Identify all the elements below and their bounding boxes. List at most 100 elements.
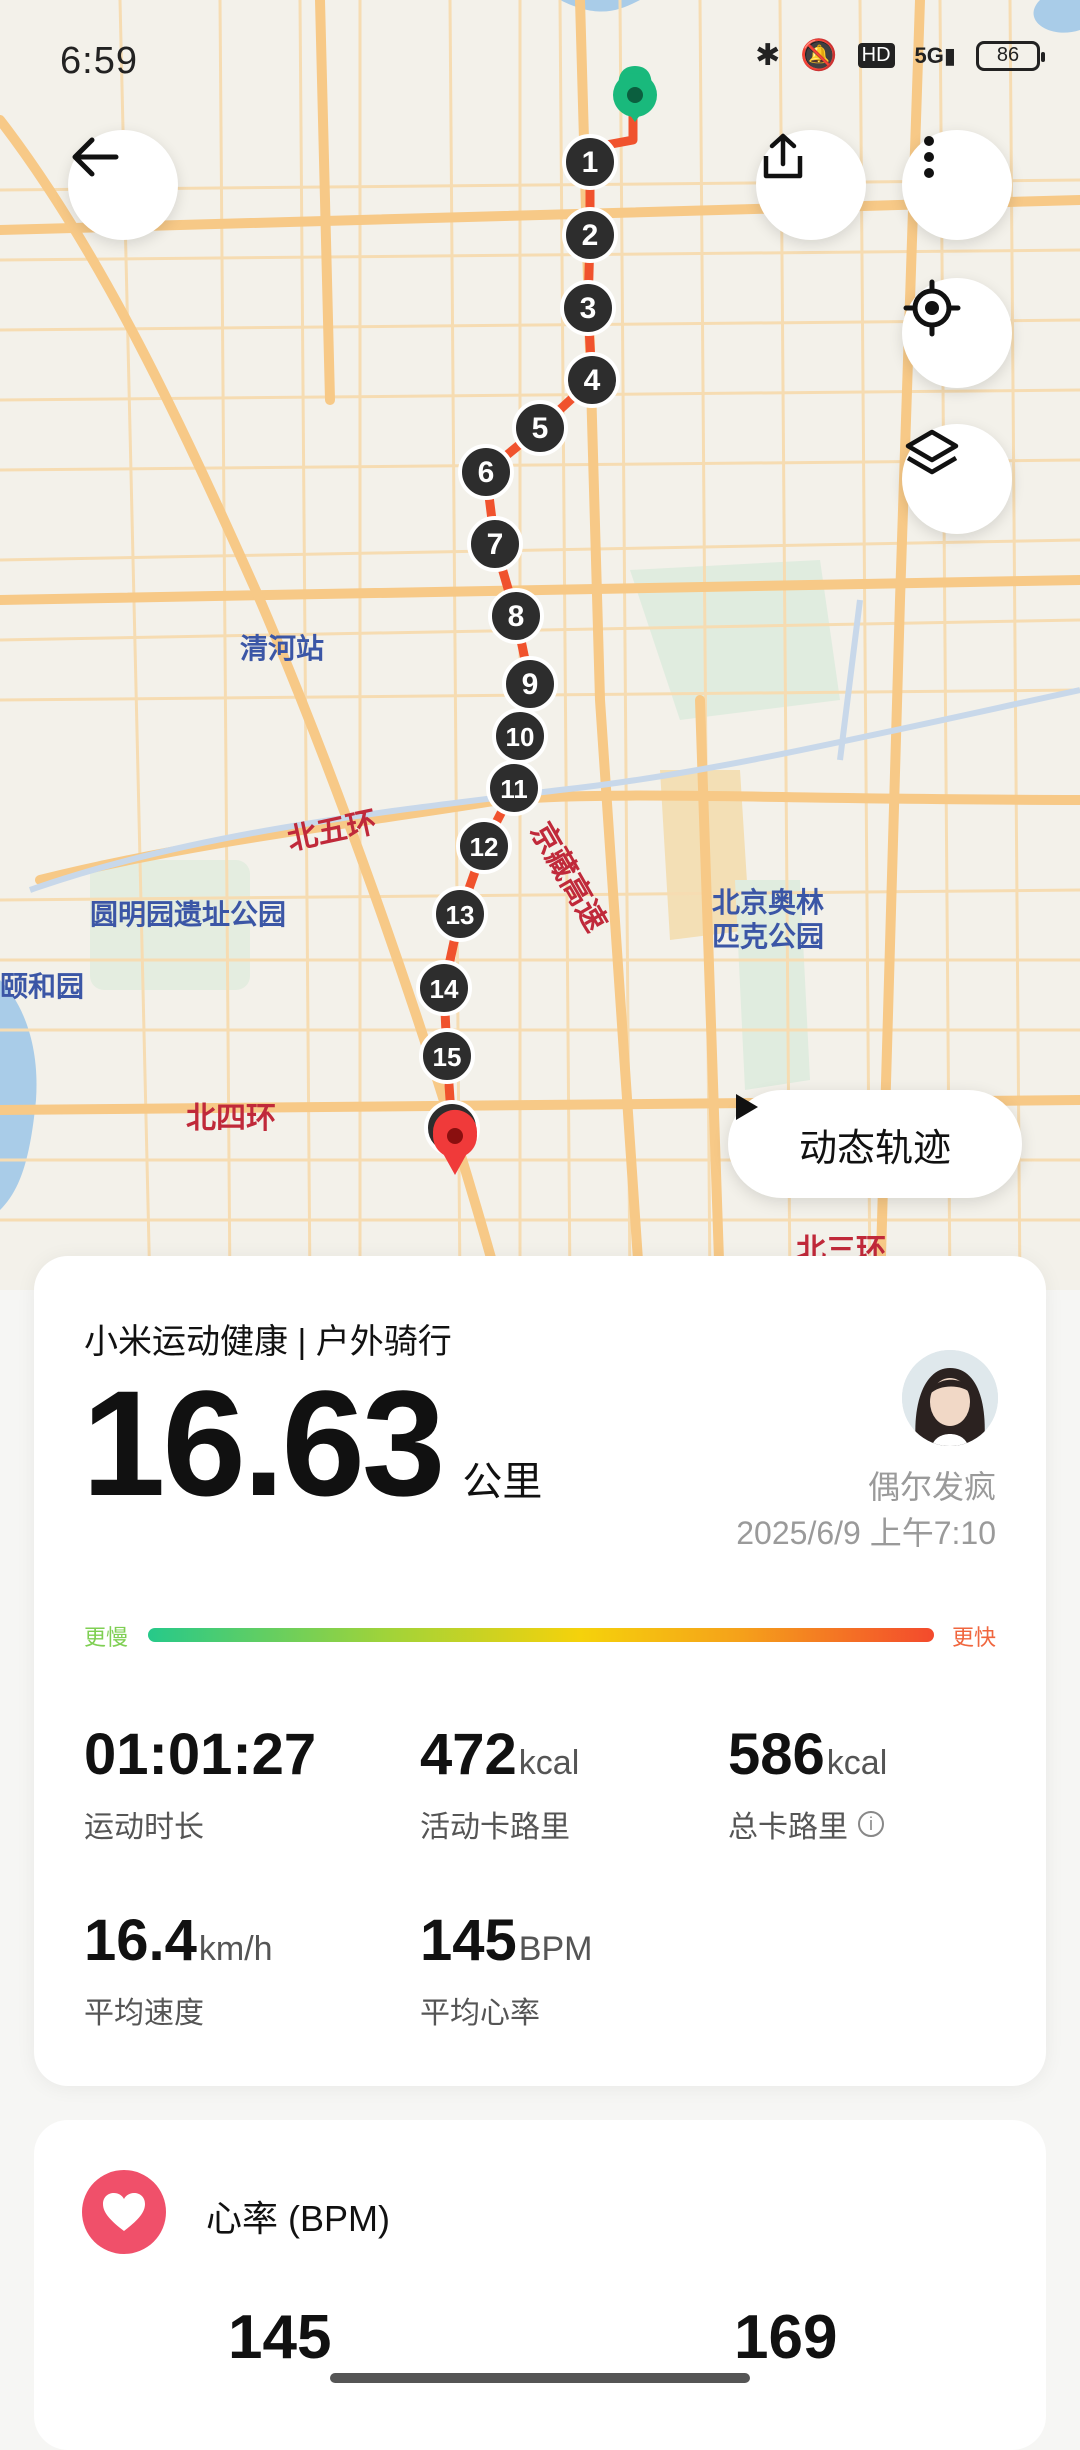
km-marker: 6 [458,444,514,500]
stat-avg-heart-rate: 145BPM 平均心率 [420,1912,592,2032]
label-olympic-2: 匹克公园 [712,921,824,952]
km-marker-label: 7 [487,528,504,561]
km-marker: 12 [456,818,512,874]
km-marker-label: 9 [522,668,539,701]
km-marker-label: 8 [508,600,525,633]
avatar[interactable] [902,1350,998,1446]
locate-icon [903,279,961,337]
km-marker: 11 [486,760,542,816]
end-pin-icon [433,1109,478,1175]
more-button[interactable] [902,130,1012,240]
share-icon [763,133,803,179]
km-marker-label: 5 [532,412,549,445]
km-marker: 7 [467,516,523,572]
label-yuanmingyuan: 圆明园遗址公园 [90,899,286,930]
km-marker-label: 15 [433,1042,462,1072]
label-olympic-1: 北京奥林 [712,886,824,918]
km-marker: 3 [560,280,616,336]
hr-left-value: 145 [228,2303,332,2372]
heart-rate-title: 心率 (BPM) [206,2198,390,2239]
avg-speed-label: 平均速度 [84,1997,204,2030]
total-cal-label: 总卡路里 [728,1811,848,1844]
avg-speed-unit: km/h [198,1930,273,1968]
km-marker-label: 3 [580,292,597,325]
user-name: 偶尔发疯 [867,1469,996,1505]
active-cal-value: 472 [420,1722,517,1787]
route-map[interactable]: 清河站 北五环 京藏高速 圆明园遗址公园 北京奥林 匹克公园 颐和园 北四环 北… [0,0,1080,1290]
duration-label: 运动时长 [84,1811,204,1844]
stat-total-calories: 586kcal 总卡路里 i [728,1726,887,1846]
hd-badge: HD [857,43,895,68]
active-cal-unit: kcal [518,1744,580,1782]
km-marker-label: 13 [446,900,475,930]
distance-unit: 公里 [462,1460,543,1504]
distance-display: 16.63 公里 [82,1368,542,1518]
stat-active-calories: 472kcal 活动卡路里 [420,1726,579,1846]
battery-level: 86 [996,44,1020,66]
label-north5: 北五环 [285,806,380,857]
km-marker-label: 14 [430,974,459,1004]
avg-hr-unit: BPM [518,1930,593,1968]
km-marker: 14 [416,960,472,1016]
km-marker: 13 [432,886,488,942]
km-marker: 2 [562,207,618,263]
bluetooth-icon: ✱ [755,39,781,72]
slower-label: 更慢 [84,1625,129,1650]
km-marker: 5 [512,400,568,456]
label-yiheyuan: 颐和园 [0,971,84,1002]
distance-value: 16.63 [82,1359,445,1527]
avatar-image [902,1350,998,1446]
home-indicator[interactable] [330,2373,750,2383]
avg-speed-value: 16.4 [84,1908,197,1973]
speed-gradient [148,1628,934,1642]
km-marker-label: 10 [506,722,535,752]
avg-hr-value: 145 [420,1908,517,1973]
km-marker-label: 2 [582,219,599,252]
label-jingzang: 京藏高速 [524,817,613,938]
km-marker-label: 4 [584,364,601,397]
total-cal-unit: kcal [826,1744,888,1782]
dynamic-track-label: 动态轨迹 [798,1127,951,1170]
heart-icon [103,2193,145,2231]
label-north4: 北四环 [186,1102,276,1135]
duration-value: 01:01:27 [84,1722,317,1787]
km-marker-label: 1 [582,146,599,179]
stat-avg-speed: 16.4km/h 平均速度 [84,1912,273,2032]
app-activity-line: 小米运动健康 | 户外骑行 [84,1323,452,1361]
more-vertical-icon [924,136,934,178]
info-icon[interactable]: i [858,1811,884,1837]
back-button[interactable] [68,130,178,240]
heart-badge [82,2170,166,2254]
locate-button[interactable] [902,278,1012,388]
workout-summary-card: 小米运动健康 | 户外骑行 16.63 公里 偶尔发疯 2025/6/9 上午7… [34,1256,1046,2086]
heart-rate-card[interactable]: 心率 (BPM) 145 169 [34,2120,1046,2450]
speed-gradient-bar: 更慢 更快 [84,1616,996,1656]
workout-datetime: 2025/6/9 上午7:10 [736,1515,996,1551]
hr-right-value: 169 [734,2303,838,2372]
km-marker: 9 [502,656,558,712]
signal-icon: 5G▮ [914,42,956,68]
faster-label: 更快 [951,1625,996,1650]
layers-icon [905,429,959,475]
network-type: 5G [914,42,944,68]
battery-indicator: 86 [976,40,1045,71]
layers-button[interactable] [902,424,1012,534]
total-cal-value: 586 [728,1722,825,1787]
play-icon [736,1094,758,1120]
km-marker: 10 [492,708,548,764]
share-button[interactable] [756,130,866,240]
status-time: 6:59 [60,40,138,82]
status-icons: ✱ 🔕 HD 5G▮ 86 [755,38,1045,73]
status-bar: 6:59 ✱ 🔕 HD 5G▮ 86 [0,0,1080,120]
km-marker-label: 12 [470,832,499,862]
km-marker: 1 [562,134,618,190]
km-marker-label: 11 [500,774,528,804]
lake-area [0,980,37,1210]
avg-hr-label: 平均心率 [420,1997,540,2030]
dynamic-track-button[interactable]: 动态轨迹 [728,1090,1022,1198]
back-arrow-icon [72,137,119,177]
km-marker-label: 6 [478,456,495,489]
km-marker: 8 [488,588,544,644]
km-marker: 4 [564,352,620,408]
active-cal-label: 活动卡路里 [420,1811,570,1844]
